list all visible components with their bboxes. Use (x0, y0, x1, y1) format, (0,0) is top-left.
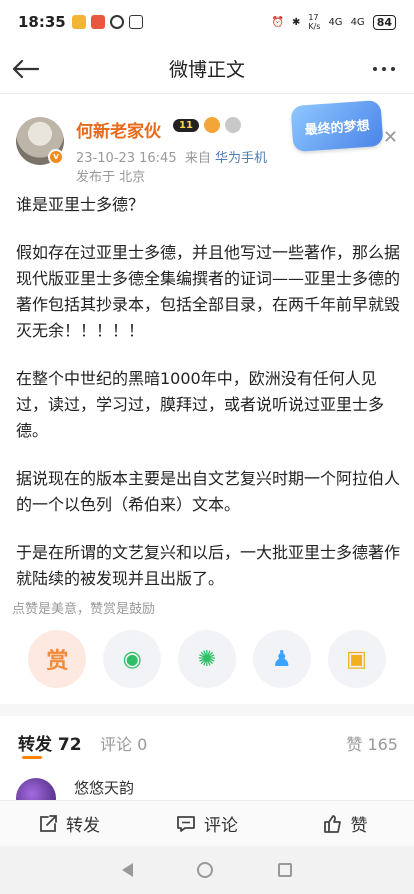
notification-icon (71, 15, 86, 29)
author-badges: 11 (173, 117, 241, 133)
top-navbar: 微博正文 (0, 44, 414, 94)
tab-repost[interactable]: 转发 72 (18, 730, 82, 755)
decoration-sticker[interactable]: 最终的梦想 (290, 99, 384, 153)
fan-badge-icon[interactable] (203, 117, 220, 133)
comment-icon (177, 815, 195, 832)
system-nav-bar (0, 846, 414, 894)
tab-like[interactable]: 赞 165 (346, 731, 398, 755)
net-speed: 17 K/s (308, 13, 321, 31)
system-home-icon[interactable] (197, 862, 214, 878)
qq-icon: ♟ (271, 646, 292, 672)
close-icon[interactable]: ✕ (383, 127, 398, 148)
like-button[interactable]: 赞 (276, 801, 414, 846)
signal-4g-2: 4G (350, 16, 365, 28)
eye-icon (109, 15, 124, 29)
more-dot-icon (382, 67, 386, 71)
source-prefix: 来自 (184, 151, 211, 166)
wechat-icon: ◉ (122, 646, 142, 672)
repost-button[interactable]: 转发 (0, 801, 138, 846)
comment-label: 评论 (204, 816, 238, 836)
interaction-tabs: 转发 72 评论 0 赞 165 (0, 730, 414, 760)
more-dot-icon (373, 67, 377, 71)
more-button[interactable] (368, 56, 400, 82)
like-label: 赞 (350, 816, 368, 836)
status-right: ⏰ ✱ 17 K/s 4G 4G 84 (271, 13, 396, 31)
system-back-icon[interactable] (122, 863, 134, 877)
status-time: 18:35 (18, 13, 66, 31)
tab-comment[interactable]: 评论 0 (100, 731, 147, 755)
thumbs-up-icon (323, 814, 341, 833)
system-recents-icon[interactable] (277, 863, 292, 877)
signal-4g-1: 4G (328, 16, 343, 28)
post-timestamp: 23-10-23 16:45 (76, 151, 177, 166)
author-name[interactable]: 何新老家伙 (76, 117, 161, 142)
post-location: 发布于 北京 (76, 170, 146, 185)
bottom-action-bar: 转发 评论 赞 (0, 800, 414, 846)
post-content: 谁是亚里士多德？ 假如存在过亚里士多德，并且他写过一些著作，那么据现代版亚里士多… (16, 192, 401, 614)
reward-tip: 点赞是美意，赞赏是鼓励 (12, 602, 156, 617)
status-bar: 18:35 ⏰ ✱ 17 K/s 4G 4G 84 (0, 0, 414, 44)
reward-label: 赏 (46, 649, 69, 674)
comment-button[interactable]: 评论 (138, 801, 276, 846)
post-meta: 23-10-23 16:45 来自 华为手机 (76, 147, 267, 166)
share-qq-button[interactable]: ♟ (252, 630, 311, 688)
share-qzone-button[interactable]: ▣ (327, 630, 386, 688)
status-notification-icons (71, 15, 143, 29)
alarm-icon: ⏰ (271, 16, 284, 28)
reward-button[interactable]: 赏 (28, 630, 87, 688)
post-paragraph: 谁是亚里士多德？ (16, 195, 145, 214)
repost-icon (40, 814, 57, 832)
section-divider (0, 704, 414, 716)
more-dot-icon (391, 67, 395, 71)
notification-icon (90, 15, 105, 29)
vip-badge[interactable]: 11 (173, 118, 199, 132)
post-source[interactable]: 华为手机 (215, 151, 267, 166)
repost-label: 转发 (66, 816, 100, 836)
share-wechat-button[interactable]: ◉ (103, 630, 162, 688)
tab-active-indicator (22, 756, 42, 759)
moments-icon: ✺ (197, 646, 217, 672)
post-header: v 何新老家伙 11 23-10-23 16:45 来自 华为手机 发布于 北京… (16, 99, 406, 185)
share-moments-button[interactable]: ✺ (177, 630, 236, 688)
verified-badge-icon: v (48, 149, 64, 165)
medal-badge-icon[interactable] (224, 117, 241, 133)
bluetooth-icon: ✱ (291, 16, 301, 28)
battery-icon: 84 (372, 14, 396, 30)
post-paragraph: 据说现在的版本主要是出自文艺复兴时期一个阿拉伯人的一个以色列（希伯来）文本。 (16, 469, 401, 514)
repost-user-name[interactable]: 悠悠天韵 (74, 777, 134, 798)
post-paragraph: 于是在所谓的文艺复兴和以后，一大批亚里士多德著作就陆续的被发现并且出版了。 (16, 543, 401, 588)
page-title: 微博正文 (168, 59, 245, 81)
share-row: 赏 ◉ ✺ ♟ ▣ (0, 630, 414, 690)
post-paragraph: 在整个中世纪的黑暗1000年中，欧洲没有任何人见过，读过，学习过，膜拜过，或者说… (16, 369, 385, 440)
qzone-icon: ▣ (346, 646, 367, 672)
post-paragraph: 假如存在过亚里士多德，并且他写过一些著作，那么据现代版亚里士多德全集编撰者的证词… (16, 243, 401, 340)
nfc-icon (128, 15, 143, 29)
